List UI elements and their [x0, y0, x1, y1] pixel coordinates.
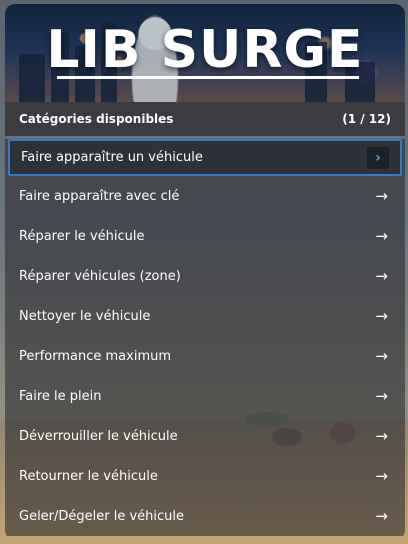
arrow-right-icon: →: [375, 306, 388, 325]
menu-header: Catégories disponibles (1 / 12): [5, 102, 405, 136]
menu-item-label: Réparer le véhicule: [19, 228, 145, 244]
menu-item-label: Faire le plein: [19, 388, 102, 404]
menu-item-label: Faire apparaître avec clé: [19, 188, 180, 204]
menu-banner: LIB SURGE: [5, 4, 405, 102]
menu-item-spawn-with-key[interactable]: Faire apparaître avec clé →: [5, 176, 405, 216]
chevron-right-icon: ›: [367, 146, 389, 169]
menu-item-repair-zone[interactable]: Réparer véhicules (zone) →: [5, 256, 405, 296]
arrow-right-icon: →: [375, 226, 388, 245]
menu-item-clean-vehicle[interactable]: Nettoyer le véhicule →: [5, 296, 405, 336]
menu-item-label: Nettoyer le véhicule: [19, 308, 151, 324]
arrow-right-icon: →: [375, 266, 388, 285]
title-underline: [57, 76, 359, 79]
arrow-right-icon: →: [375, 506, 388, 525]
banner-title: LIB SURGE: [46, 20, 364, 80]
menu-item-label: Réparer véhicules (zone): [19, 268, 181, 284]
vehicle-menu: LIB SURGE Catégories disponibles (1 / 12…: [5, 4, 405, 540]
menu-item-max-performance[interactable]: Performance maximum →: [5, 336, 405, 376]
menu-item-repair-vehicle[interactable]: Réparer le véhicule →: [5, 216, 405, 256]
arrow-right-icon: →: [375, 346, 388, 365]
menu-item-unlock-vehicle[interactable]: Déverrouiller le véhicule →: [5, 416, 405, 456]
menu-item-label: Retourner le véhicule: [19, 468, 158, 484]
menu-item-refuel[interactable]: Faire le plein →: [5, 376, 405, 416]
page-counter: (1 / 12): [342, 112, 391, 126]
menu-item-label: Faire apparaître un véhicule: [21, 150, 203, 165]
arrow-right-icon: →: [375, 426, 388, 445]
arrow-right-icon: →: [375, 466, 388, 485]
menu-items: Faire apparaître un véhicule › Faire app…: [5, 139, 405, 536]
menu-item-freeze-vehicle[interactable]: Geler/Dégeler le véhicule →: [5, 496, 405, 536]
menu-item-label: Déverrouiller le véhicule: [19, 428, 178, 444]
menu-item-flip-vehicle[interactable]: Retourner le véhicule →: [5, 456, 405, 496]
menu-item-label: Performance maximum: [19, 348, 172, 364]
arrow-right-icon: →: [375, 186, 388, 205]
menu-item-label: Geler/Dégeler le véhicule: [19, 508, 185, 524]
menu-item-spawn-vehicle[interactable]: Faire apparaître un véhicule ›: [8, 139, 402, 176]
arrow-right-icon: →: [375, 386, 388, 405]
header-label: Catégories disponibles: [19, 112, 174, 126]
